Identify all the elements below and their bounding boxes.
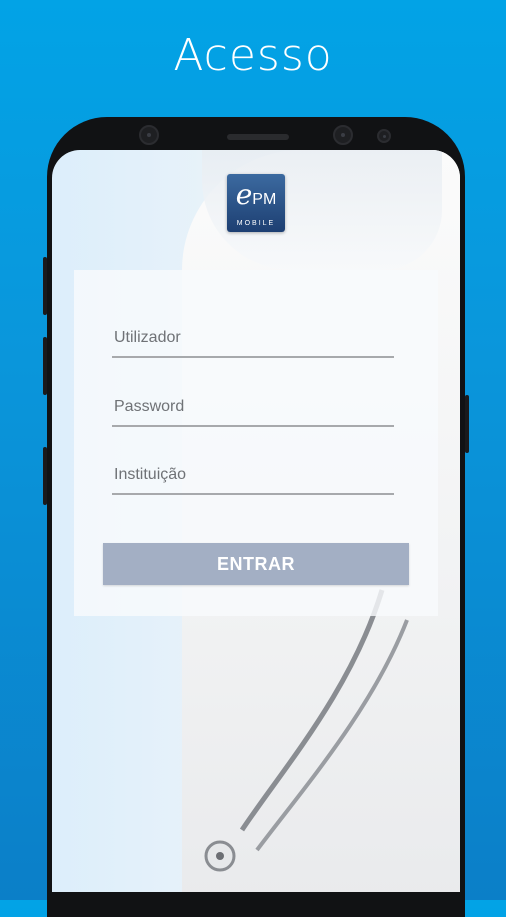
password-input[interactable]	[112, 389, 394, 427]
app-screen: ePM MOBILE ENTRAR	[52, 150, 460, 892]
username-input[interactable]	[112, 320, 394, 358]
logo-subtitle: MOBILE	[236, 220, 276, 227]
front-camera-icon	[139, 125, 159, 145]
epm-mobile-logo: ePM MOBILE	[227, 174, 285, 232]
institution-field-wrapper	[112, 457, 394, 497]
logo-letter: e	[235, 178, 253, 211]
proximity-sensor-icon	[377, 129, 391, 143]
username-field-wrapper	[112, 320, 394, 360]
assistant-button	[43, 447, 47, 505]
volume-up-button	[43, 257, 47, 315]
iris-sensor-icon	[333, 125, 353, 145]
page-title: Acesso	[173, 30, 333, 81]
power-button	[465, 395, 469, 453]
volume-down-button	[43, 337, 47, 395]
login-card: ENTRAR	[74, 270, 438, 616]
logo-suffix: PM	[252, 191, 277, 208]
institution-input[interactable]	[112, 457, 394, 495]
earpiece-speaker	[227, 134, 289, 140]
login-button[interactable]: ENTRAR	[103, 543, 409, 585]
password-field-wrapper	[112, 389, 394, 429]
